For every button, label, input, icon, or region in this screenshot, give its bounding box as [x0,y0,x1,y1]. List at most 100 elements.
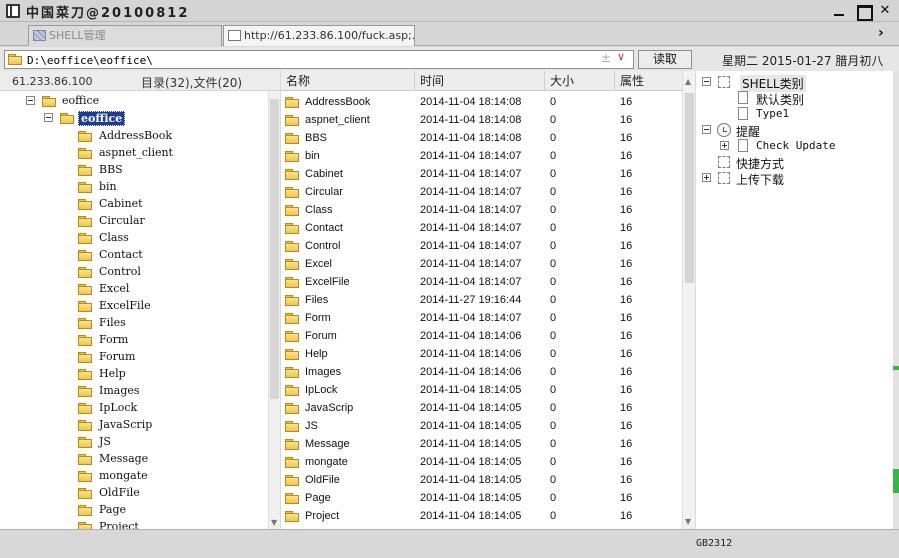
tree-node-folder[interactable]: Cabinet [78,196,258,213]
tree-node-folder[interactable]: bin [78,179,258,196]
tree-node-folder[interactable]: JS [78,434,258,451]
table-row[interactable]: Images 2014-11-04 18:14:06 0 16 [281,364,682,382]
table-row[interactable]: Forum 2014-11-04 18:14:06 0 16 [281,328,682,346]
tree-node-label: aspnet_client [99,146,173,159]
tree-node-folder[interactable]: aspnet_client [78,145,258,162]
tree-node-folder[interactable]: Forum [78,349,258,366]
collapse-icon[interactable] [26,96,35,105]
tree-node-folder[interactable]: Control [78,264,258,281]
file-time-cell: 2014-11-04 18:14:07 [420,168,522,180]
table-row[interactable]: aspnet_client 2014-11-04 18:14:08 0 16 [281,112,682,130]
plus-icon[interactable]: ± [601,51,611,65]
tree-node-label: BBS [99,163,123,176]
scroll-down-icon[interactable]: ▼ [685,517,691,526]
tree-node-folder[interactable]: Help [78,366,258,383]
tree-node-folder[interactable]: Files [78,315,258,332]
collapse-icon[interactable] [702,125,711,134]
tree-node-root[interactable]: eoffice [26,93,226,110]
table-row[interactable]: Message 2014-11-04 18:14:05 0 16 [281,436,682,454]
column-header-attr[interactable]: 属性 [615,71,682,91]
collapse-icon[interactable] [44,113,53,122]
maximize-button[interactable] [855,3,873,21]
tree-node-folder[interactable]: Contact [78,247,258,264]
tree-node-folder[interactable]: Message [78,451,258,468]
table-row[interactable]: JS 2014-11-04 18:14:05 0 16 [281,418,682,436]
tree-node-folder[interactable]: ExcelFile [78,298,258,315]
tree-node-folder[interactable]: BBS [78,162,258,179]
tree-node-shortcuts[interactable]: 快捷方式 [702,154,882,171]
table-row[interactable]: Project 2014-11-04 18:14:05 0 16 [281,508,682,526]
file-size-cell: 0 [550,114,557,126]
scrollbar-thumb[interactable] [685,93,694,283]
file-time-cell: 2014-11-04 18:14:08 [420,96,522,108]
tree-node-upload-download[interactable]: 上传下载 [702,170,882,187]
table-row[interactable]: Class 2014-11-04 18:14:07 0 16 [281,202,682,220]
table-row[interactable]: AddressBook 2014-11-04 18:14:08 0 16 [281,94,682,112]
tree-scrollbar[interactable]: ▼ [268,91,280,529]
encoding-label[interactable]: GB2312 [696,538,732,549]
tab-shell-url[interactable]: http://61.233.86.100/fuck.asp;.j... [223,25,415,46]
tree-node-check-update[interactable]: Check Update [702,138,882,154]
tree-node-folder[interactable]: Project [78,519,258,529]
tree-node-label: Help [99,367,126,380]
tree-node-folder[interactable]: OldFile [78,485,258,502]
tree-node-folder[interactable]: mongate [78,468,258,485]
table-row[interactable]: OldFile 2014-11-04 18:14:05 0 16 [281,472,682,490]
chevron-right-icon[interactable]: › [878,25,884,41]
table-row[interactable]: Help 2014-11-04 18:14:06 0 16 [281,346,682,364]
file-list-scrollbar[interactable]: ▲ ▼ [682,71,695,529]
minimize-button[interactable] [831,3,847,19]
chevron-down-icon[interactable]: ∨ [617,50,625,63]
column-header-size[interactable]: 大小 [545,71,615,91]
tree-node-label: Message [99,452,149,465]
table-row[interactable]: BBS 2014-11-04 18:14:08 0 16 [281,130,682,148]
path-input[interactable] [27,53,587,67]
tree-node-reminder[interactable]: 提醒 [702,122,882,139]
tree-node-folder[interactable]: Circular [78,213,258,230]
tree-node-folder[interactable]: IpLock [78,400,258,417]
scrollbar-thumb[interactable] [270,99,279,399]
tree-node-folder[interactable]: Form [78,332,258,349]
table-row[interactable]: Form 2014-11-04 18:14:07 0 16 [281,310,682,328]
tree-node-label: Page [99,503,127,516]
table-row[interactable]: Excel 2014-11-04 18:14:07 0 16 [281,256,682,274]
read-button[interactable]: 读取 [638,50,692,69]
table-row[interactable]: ExcelFile 2014-11-04 18:14:07 0 16 [281,274,682,292]
table-row[interactable]: Files 2014-11-27 19:16:44 0 16 [281,292,682,310]
tree-node-default-category[interactable]: 默认类别 [702,90,882,107]
collapse-icon[interactable] [702,77,711,86]
table-row[interactable]: IpLock 2014-11-04 18:14:05 0 16 [281,382,682,400]
window-title: 中国菜刀@20100812 [26,6,190,21]
folder-icon [285,367,299,378]
expand-icon[interactable] [702,173,711,182]
host-label: 61.233.86.100 [12,75,93,88]
table-row[interactable]: Circular 2014-11-04 18:14:07 0 16 [281,184,682,202]
transfer-icon [718,172,730,184]
column-header-time[interactable]: 时间 [415,71,545,91]
tree-node-folder[interactable]: AddressBook [78,128,258,145]
path-combobox[interactable]: ± ∨ [4,50,634,69]
tree-node-folder[interactable]: Excel [78,281,258,298]
scroll-up-icon[interactable]: ▲ [685,77,691,86]
tab-shell-manager[interactable]: SHELL管理 [28,25,222,46]
table-row[interactable]: JavaScrip 2014-11-04 18:14:05 0 16 [281,400,682,418]
scroll-down-icon[interactable]: ▼ [271,518,277,527]
table-row[interactable]: mongate 2014-11-04 18:14:05 0 16 [281,454,682,472]
tree-node-folder[interactable]: Class [78,230,258,247]
table-row[interactable]: Page 2014-11-04 18:14:05 0 16 [281,490,682,508]
table-row[interactable]: Control 2014-11-04 18:14:07 0 16 [281,238,682,256]
tree-node-folder[interactable]: Images [78,383,258,400]
table-row[interactable]: Contact 2014-11-04 18:14:07 0 16 [281,220,682,238]
tree-node-selected[interactable]: eoffice [44,110,244,127]
table-row[interactable]: bin 2014-11-04 18:14:07 0 16 [281,148,682,166]
close-button[interactable]: ✕ [877,3,893,19]
tree-node-folder[interactable]: Page [78,502,258,519]
file-time-cell: 2014-11-04 18:14:08 [420,114,522,126]
tree-node-type1[interactable]: Type1 [702,106,882,122]
table-row[interactable]: Cabinet 2014-11-04 18:14:07 0 16 [281,166,682,184]
expand-icon[interactable] [720,141,729,150]
column-header-name[interactable]: 名称 [281,71,415,91]
tree-node-shell-category[interactable]: SHELL类别 [702,74,882,92]
tab-label: http://61.233.86.100/fuck.asp;.j... [244,29,415,42]
tree-node-folder[interactable]: JavaScrip [78,417,258,434]
